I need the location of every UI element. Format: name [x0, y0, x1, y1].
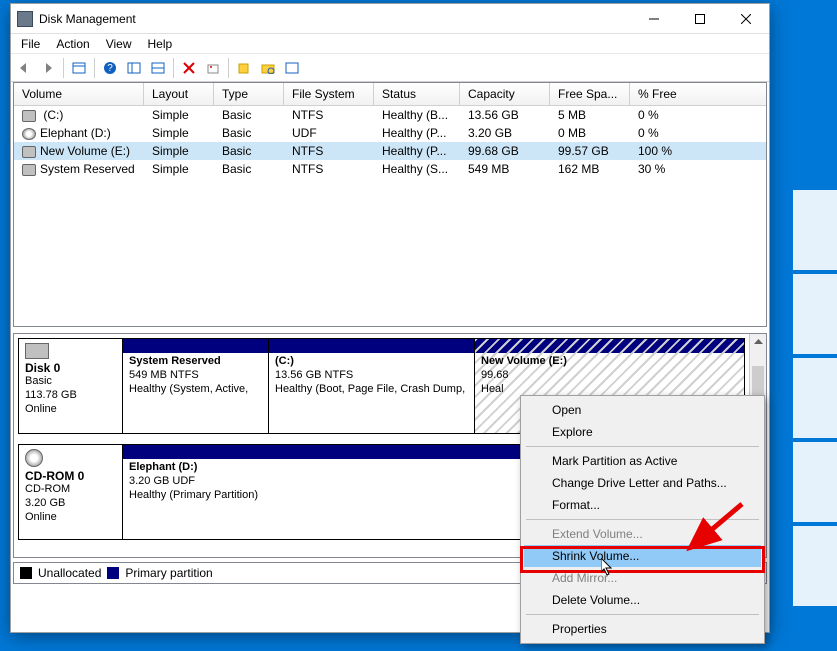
- volume-row[interactable]: Elephant (D:)SimpleBasicUDFHealthy (P...…: [14, 124, 766, 142]
- col-pctfree[interactable]: % Free: [630, 83, 766, 105]
- close-button[interactable]: [723, 4, 769, 33]
- volume-row[interactable]: New Volume (E:)SimpleBasicNTFSHealthy (P…: [14, 142, 766, 160]
- menubar: File Action View Help: [11, 34, 769, 54]
- ctx-shrink[interactable]: Shrink Volume...: [524, 545, 761, 567]
- ctx-extend: Extend Volume...: [524, 523, 761, 545]
- ctx-format[interactable]: Format...: [524, 494, 761, 516]
- disk-header[interactable]: CD-ROM 0CD-ROM3.20 GBOnline: [18, 444, 122, 540]
- legend-primary-label: Primary partition: [125, 566, 212, 580]
- explore-button[interactable]: [257, 57, 279, 79]
- legend-primary-key: [107, 567, 119, 579]
- ctx-explore[interactable]: Explore: [524, 421, 761, 443]
- properties-button[interactable]: [202, 57, 224, 79]
- context-menu: Open Explore Mark Partition as Active Ch…: [520, 395, 765, 644]
- col-type[interactable]: Type: [214, 83, 284, 105]
- ctx-mark-active[interactable]: Mark Partition as Active: [524, 450, 761, 472]
- menu-view[interactable]: View: [100, 37, 138, 51]
- minimize-button[interactable]: [631, 4, 677, 33]
- volume-row[interactable]: System ReservedSimpleBasicNTFSHealthy (S…: [14, 160, 766, 178]
- show-hide-button[interactable]: [68, 57, 90, 79]
- toolbar: ?: [11, 54, 769, 82]
- col-layout[interactable]: Layout: [144, 83, 214, 105]
- col-free[interactable]: Free Spa...: [550, 83, 630, 105]
- ctx-change-letter[interactable]: Change Drive Letter and Paths...: [524, 472, 761, 494]
- drive-icon: [25, 343, 49, 359]
- menu-action[interactable]: Action: [50, 37, 95, 51]
- ctx-delete[interactable]: Delete Volume...: [524, 589, 761, 611]
- back-button[interactable]: [13, 57, 35, 79]
- col-capacity[interactable]: Capacity: [460, 83, 550, 105]
- disc-icon: [25, 449, 43, 467]
- drive-icon: [22, 146, 36, 158]
- forward-button[interactable]: [37, 57, 59, 79]
- legend-unallocated-key: [20, 567, 32, 579]
- col-status[interactable]: Status: [374, 83, 460, 105]
- volume-row[interactable]: (C:)SimpleBasicNTFSHealthy (B...13.56 GB…: [14, 106, 766, 124]
- mouse-cursor: [601, 558, 617, 578]
- maximize-button[interactable]: [677, 4, 723, 33]
- window-title: Disk Management: [39, 12, 631, 26]
- settings-button[interactable]: [147, 57, 169, 79]
- col-volume[interactable]: Volume: [14, 83, 144, 105]
- partition[interactable]: System Reserved549 MB NTFSHealthy (Syste…: [123, 339, 269, 433]
- ctx-properties[interactable]: Properties: [524, 618, 761, 640]
- ctx-open[interactable]: Open: [524, 399, 761, 421]
- list-button[interactable]: [281, 57, 303, 79]
- list-header: Volume Layout Type File System Status Ca…: [14, 83, 766, 106]
- partition[interactable]: (C:)13.56 GB NTFSHealthy (Boot, Page Fil…: [269, 339, 475, 433]
- menu-help[interactable]: Help: [142, 37, 179, 51]
- legend-unallocated-label: Unallocated: [38, 566, 101, 580]
- drive-icon: [22, 110, 36, 122]
- new-button[interactable]: [233, 57, 255, 79]
- drive-icon: [22, 164, 36, 176]
- svg-text:?: ?: [107, 63, 113, 74]
- delete-button[interactable]: [178, 57, 200, 79]
- ctx-add-mirror: Add Mirror...: [524, 567, 761, 589]
- menu-file[interactable]: File: [15, 37, 46, 51]
- app-icon: [17, 11, 33, 27]
- disc-icon: [22, 128, 36, 140]
- disk-header[interactable]: Disk 0Basic113.78 GBOnline: [18, 338, 122, 434]
- help-button[interactable]: ?: [99, 57, 121, 79]
- list-body[interactable]: (C:)SimpleBasicNTFSHealthy (B...13.56 GB…: [14, 106, 766, 326]
- col-fs[interactable]: File System: [284, 83, 374, 105]
- titlebar[interactable]: Disk Management: [11, 4, 769, 34]
- volume-list: Volume Layout Type File System Status Ca…: [13, 82, 767, 327]
- refresh-button[interactable]: [123, 57, 145, 79]
